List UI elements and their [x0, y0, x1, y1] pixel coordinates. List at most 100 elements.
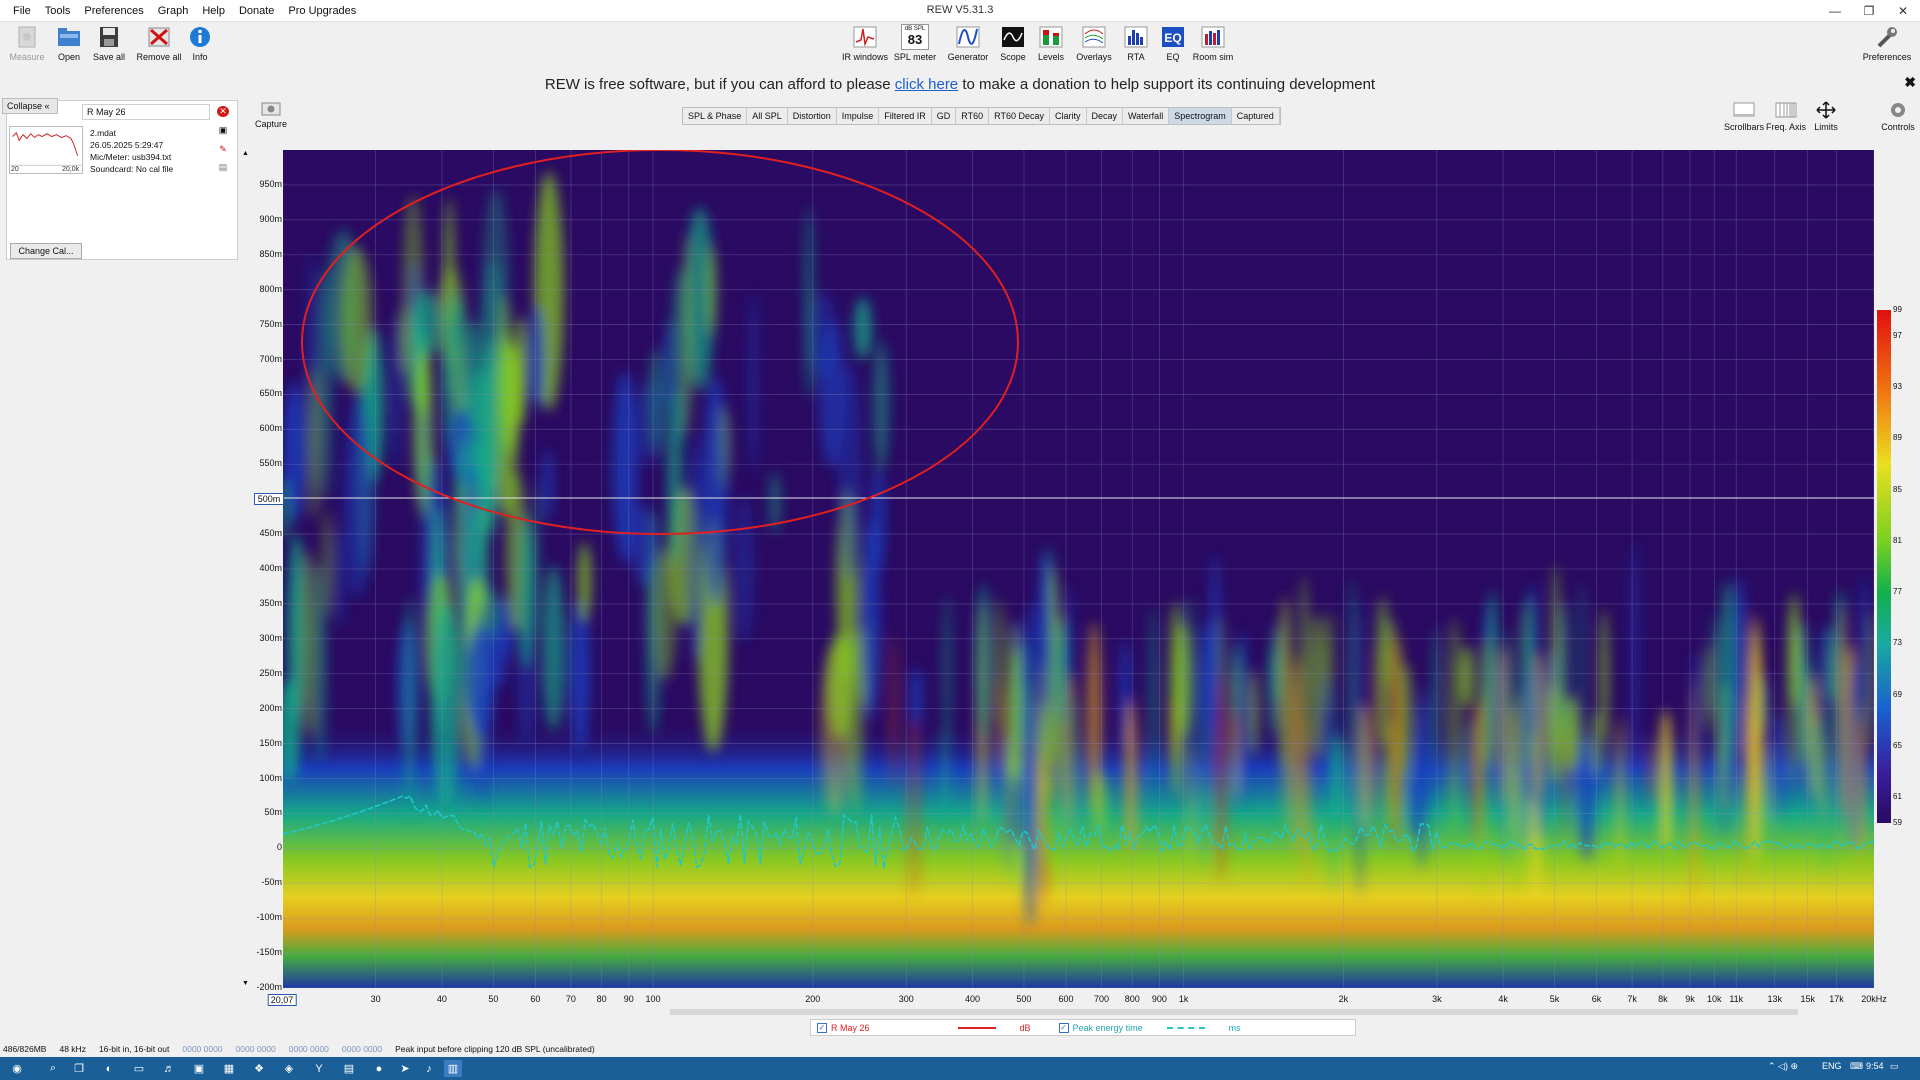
tab-clarity[interactable]: Clarity [1050, 108, 1087, 124]
spectrogram-cell [515, 315, 527, 426]
change-cal-button[interactable]: Change Cal... [10, 243, 82, 259]
meter-bits-1: 0000 0000 [182, 1044, 223, 1054]
app-icon-3[interactable]: ▦ [220, 1060, 238, 1077]
tab-waterfall[interactable]: Waterfall [1123, 108, 1170, 124]
tab-all-spl[interactable]: All SPL [747, 108, 788, 124]
capture-button[interactable]: Capture [253, 100, 289, 129]
spectrogram-cell [1399, 662, 1414, 779]
color-scale-bar [1877, 310, 1891, 823]
collapse-label: Collapse [7, 101, 43, 111]
spectrogram-cell [1479, 637, 1492, 770]
app-icon-5[interactable]: ◈ [280, 1060, 298, 1077]
donation-link[interactable]: click here [895, 76, 958, 93]
svg-text:EQ: EQ [1164, 31, 1181, 45]
measurement-file: 2.mdat [90, 128, 116, 138]
room-sim-button[interactable]: Room sim [1188, 24, 1238, 62]
spectrogram-cell [430, 600, 462, 809]
notifications-icon[interactable]: ▭ [1890, 1061, 1899, 1072]
scrollbars-button[interactable]: Scrollbars [1721, 100, 1767, 132]
task-view-icon[interactable]: ❐ [70, 1060, 88, 1077]
remove-measurement-icon[interactable]: ✕ [217, 106, 229, 117]
tray-icons[interactable]: ⌃ ◁) ⊕ [1768, 1061, 1798, 1072]
menu-help[interactable]: Help [195, 5, 232, 17]
menu-tools[interactable]: Tools [38, 5, 78, 17]
spectrogram-plot[interactable] [283, 150, 1874, 988]
tab-spl-phase[interactable]: SPL & Phase [683, 108, 748, 124]
series-1-checkbox[interactable]: ✓ [817, 1022, 827, 1033]
tab-rt60-decay[interactable]: RT60 Decay [989, 108, 1050, 124]
tab-rt60[interactable]: RT60 [956, 108, 990, 124]
spectrogram-cell [667, 390, 682, 566]
limits-button[interactable]: Limits [1803, 100, 1849, 132]
spectrogram-cell [702, 375, 728, 606]
app-icon-4[interactable]: ❖ [250, 1060, 268, 1077]
notes-measurement-icon[interactable]: ▤ [217, 162, 229, 173]
collapse-button[interactable]: Collapse « [2, 98, 58, 114]
horizontal-scrollbar[interactable] [670, 1009, 1798, 1015]
edge-icon[interactable]: ◐ [100, 1060, 118, 1077]
spectrogram-cell [577, 542, 592, 622]
spectrogram-cell [398, 304, 410, 374]
start-icon[interactable]: ◉ [8, 1060, 26, 1077]
spectrogram-cell [1415, 706, 1428, 869]
menu-donate[interactable]: Donate [232, 5, 281, 17]
tab-gd[interactable]: GD [932, 108, 957, 124]
app-icon-9[interactable]: ➤ [396, 1060, 414, 1077]
edit-measurement-icon[interactable]: ✎ [217, 144, 229, 155]
x-tick-label: 20kHz [1861, 994, 1887, 1004]
menu-pro-upgrades[interactable]: Pro Upgrades [281, 5, 363, 17]
x-tick-label: 70 [565, 994, 576, 1004]
scroll-up-icon[interactable]: ▲ [242, 150, 249, 157]
spectrogram-cell [1749, 625, 1763, 864]
controls-button[interactable]: Controls [1875, 100, 1920, 132]
save-measurement-icon[interactable]: ▣ [217, 125, 229, 136]
app-icon-1[interactable]: ♬ [160, 1060, 178, 1077]
search-icon[interactable]: ⌕ [44, 1060, 62, 1077]
spl-meter-button[interactable]: dB SPL 83 SPL meter [890, 24, 940, 62]
spectrogram-cell [854, 296, 872, 360]
app-icon-6[interactable]: Y [310, 1060, 328, 1077]
tab-filtered-ir[interactable]: Filtered IR [879, 108, 932, 124]
preferences-button[interactable]: Preferences [1862, 24, 1912, 62]
save-all-button[interactable]: Save all [84, 24, 134, 62]
menu-preferences[interactable]: Preferences [77, 5, 150, 17]
ir-windows-button[interactable]: IR windows [840, 24, 890, 62]
measurement-name-field[interactable]: R May 26 [82, 104, 210, 120]
language-indicator[interactable]: ENG [1822, 1061, 1842, 1071]
maximize-button[interactable]: ❐ [1852, 0, 1886, 22]
close-button[interactable]: ✕ [1886, 0, 1920, 22]
menu-bar: File Tools Preferences Graph Help Donate… [6, 0, 363, 22]
menu-graph[interactable]: Graph [151, 5, 196, 17]
limits-icon [1816, 101, 1836, 119]
banner-close-icon[interactable]: ✖ [1904, 74, 1916, 91]
minimize-button[interactable]: — [1818, 0, 1852, 22]
ir-windows-label: IR windows [841, 52, 888, 62]
spectrogram-cell [1710, 615, 1721, 716]
tab-captured[interactable]: Captured [1232, 108, 1280, 124]
series-2-checkbox[interactable]: ✓ [1058, 1022, 1069, 1033]
generator-button[interactable]: Generator [943, 24, 993, 62]
y-tick-label: 450m [259, 528, 282, 539]
tab-distortion[interactable]: Distortion [788, 108, 837, 124]
app-icon-8[interactable]: ● [370, 1060, 388, 1077]
tab-impulse[interactable]: Impulse [837, 108, 880, 124]
tab-decay[interactable]: Decay [1087, 108, 1124, 124]
app-icon-7[interactable]: ▤ [340, 1060, 358, 1077]
rew-task-icon[interactable]: ▥ [444, 1060, 462, 1077]
spectrogram-cell [1009, 621, 1018, 758]
tab-spectrogram[interactable]: Spectrogram [1169, 108, 1232, 124]
info-button[interactable]: Info [175, 24, 225, 62]
tray-icons-2[interactable]: ⌨ [1850, 1061, 1863, 1072]
save-icon [100, 27, 118, 47]
clock[interactable]: 9:54 [1866, 1061, 1884, 1071]
app-icon-2[interactable]: ▣ [190, 1060, 208, 1077]
spectrogram-cell [1268, 645, 1279, 737]
scrollbars-icon [1733, 102, 1755, 117]
explorer-icon[interactable]: ▭ [130, 1060, 148, 1077]
app-icon-10[interactable]: ♪ [420, 1060, 438, 1077]
menu-file[interactable]: File [6, 5, 38, 17]
rta-icon [1124, 26, 1148, 48]
spectrogram-cell [1614, 717, 1625, 868]
meter-bits-3: 0000 0000 [288, 1044, 329, 1054]
spectrogram-cell [1330, 733, 1345, 821]
